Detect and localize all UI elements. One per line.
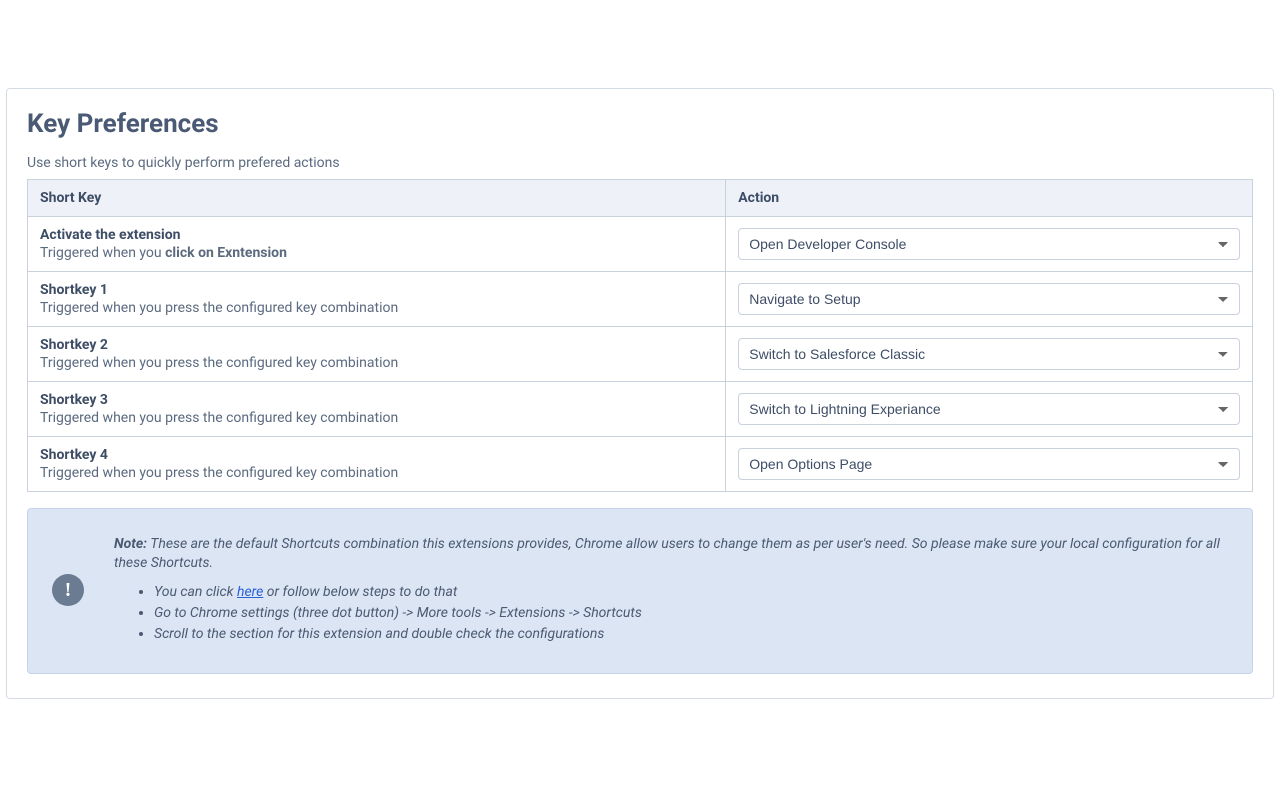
shortkey-name: Shortkey 4 <box>40 447 713 463</box>
action-select-1[interactable]: Navigate to Setup <box>738 283 1240 315</box>
note-text: These are the default Shortcuts combinat… <box>114 536 1220 571</box>
page-subtitle: Use short keys to quickly perform prefer… <box>27 155 1253 171</box>
note-bullet: Scroll to the section for this extension… <box>154 625 1228 644</box>
table-row: Shortkey 2 Triggered when you press the … <box>28 327 1253 382</box>
shortkey-name: Shortkey 3 <box>40 392 713 408</box>
shortkey-desc: Triggered when you click on Exntension <box>40 245 713 261</box>
preferences-card: Key Preferences Use short keys to quickl… <box>6 88 1274 699</box>
shortkey-desc: Triggered when you press the configured … <box>40 355 713 371</box>
action-select-2[interactable]: Switch to Salesforce Classic <box>738 338 1240 370</box>
table-row: Shortkey 4 Triggered when you press the … <box>28 437 1253 492</box>
table-row: Activate the extension Triggered when yo… <box>28 217 1253 272</box>
note-bullet: Go to Chrome settings (three dot button)… <box>154 604 1228 623</box>
note-box: ! Note: These are the default Shortcuts … <box>27 508 1253 674</box>
th-action: Action <box>726 180 1253 217</box>
shortkey-table: Short Key Action Activate the extension … <box>27 179 1253 492</box>
page-title: Key Preferences <box>27 109 1253 139</box>
th-shortkey: Short Key <box>28 180 726 217</box>
note-body: Note: These are the default Shortcuts co… <box>114 535 1228 645</box>
shortkey-name: Shortkey 1 <box>40 282 713 298</box>
action-select-3[interactable]: Switch to Lightning Experiance <box>738 393 1240 425</box>
note-bullet-list: You can click here or follow below steps… <box>114 583 1228 644</box>
shortkey-name: Shortkey 2 <box>40 337 713 353</box>
table-row: Shortkey 3 Triggered when you press the … <box>28 382 1253 437</box>
note-bullet: You can click here or follow below steps… <box>154 583 1228 602</box>
action-select-4[interactable]: Open Options Page <box>738 448 1240 480</box>
warning-icon: ! <box>52 574 84 606</box>
shortkey-name: Activate the extension <box>40 227 713 243</box>
shortkey-desc: Triggered when you press the configured … <box>40 465 713 481</box>
table-row: Shortkey 1 Triggered when you press the … <box>28 272 1253 327</box>
shortkey-desc: Triggered when you press the configured … <box>40 410 713 426</box>
note-link-here[interactable]: here <box>237 584 263 600</box>
note-label: Note: <box>114 536 147 552</box>
action-select-0[interactable]: Open Developer Console <box>738 228 1240 260</box>
shortkey-desc: Triggered when you press the configured … <box>40 300 713 316</box>
